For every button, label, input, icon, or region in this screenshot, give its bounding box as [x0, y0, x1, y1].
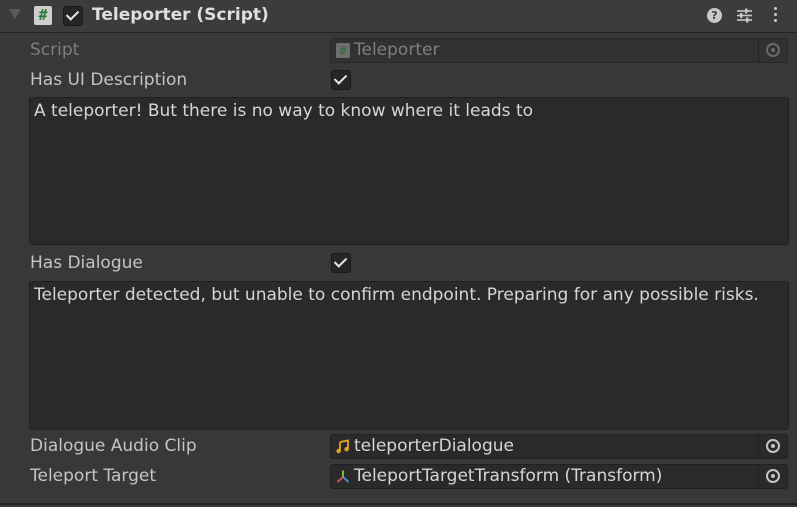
ui-description-textarea[interactable]: A teleporter! But there is no way to kno…: [29, 97, 789, 245]
component-enabled-checkbox[interactable]: [63, 6, 83, 26]
object-picker-icon[interactable]: [758, 465, 787, 488]
checkmark-icon: [333, 71, 348, 85]
script-component-icon: #: [34, 6, 52, 25]
help-icon[interactable]: ?: [707, 8, 722, 23]
has-dialogue-label: Has Dialogue: [30, 253, 143, 273]
script-field: # Teleporter: [330, 38, 788, 63]
audio-clip-icon: [336, 439, 349, 454]
component-title: Teleporter (Script): [92, 5, 269, 25]
foldout-arrow-icon[interactable]: [9, 9, 21, 19]
dialogue-textarea[interactable]: Teleporter detected, but unable to confi…: [29, 281, 789, 430]
dialogue-audio-clip-value: teleporterDialogue: [354, 436, 514, 456]
transform-icon: [336, 470, 350, 483]
has-ui-description-checkbox[interactable]: [331, 70, 351, 90]
has-ui-description-label: Has UI Description: [30, 70, 188, 90]
has-dialogue-checkbox[interactable]: [331, 253, 351, 273]
script-icon: #: [336, 43, 350, 58]
teleport-target-label: Teleport Target: [30, 466, 156, 486]
dialogue-audio-clip-field[interactable]: teleporterDialogue: [330, 434, 788, 459]
object-picker-icon[interactable]: [758, 435, 787, 458]
script-label: Script: [30, 40, 80, 60]
inspector-component: # Teleporter (Script) ? Script # Telepor…: [0, 0, 797, 507]
teleport-target-field[interactable]: TeleportTargetTransform (Transform): [330, 464, 788, 489]
component-divider: [0, 503, 797, 505]
presets-icon[interactable]: [736, 7, 753, 24]
checkmark-icon: [333, 254, 348, 268]
svg-text:#: #: [339, 44, 347, 58]
script-picker-icon: [758, 39, 787, 62]
kebab-menu-icon[interactable]: [773, 7, 778, 24]
checkmark-icon: [65, 7, 80, 21]
dialogue-audio-clip-label: Dialogue Audio Clip: [30, 436, 197, 456]
teleport-target-value: TeleportTargetTransform (Transform): [354, 466, 663, 486]
script-value: Teleporter: [354, 40, 440, 60]
component-header[interactable]: # Teleporter (Script) ?: [0, 0, 797, 33]
